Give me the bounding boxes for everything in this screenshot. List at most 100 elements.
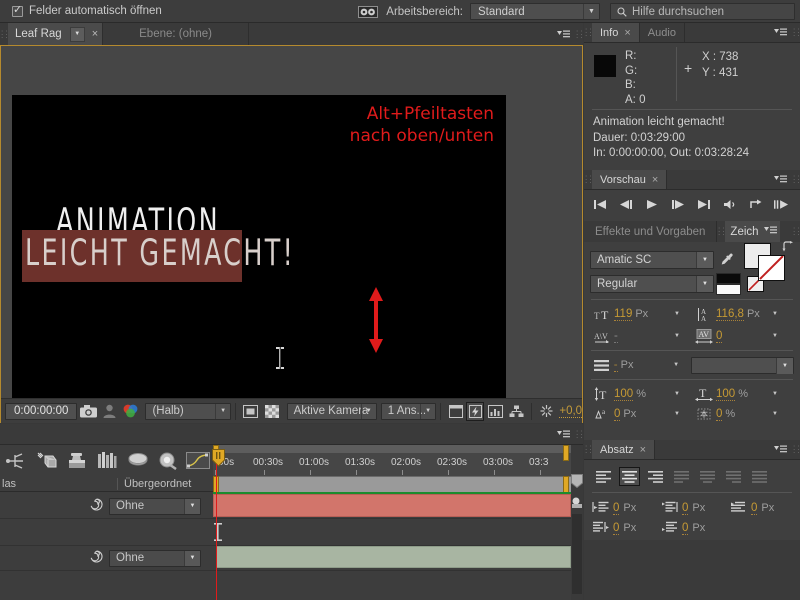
panel-grip-right[interactable] (792, 170, 800, 189)
timeline-vertical-scrollbar[interactable] (572, 514, 582, 594)
next-frame-icon[interactable] (670, 197, 685, 211)
work-area-shield-icon[interactable] (571, 474, 583, 488)
tab-info[interactable]: Info × (592, 23, 640, 42)
work-area-end-handle[interactable] (563, 476, 569, 493)
horizontal-scale-field[interactable]: 100 % (716, 388, 772, 401)
eraser-tool-icon[interactable] (123, 448, 152, 474)
work-area-bar-top[interactable] (213, 445, 571, 453)
chevron-down-icon[interactable]: ▼ (696, 252, 713, 268)
workspace-select[interactable]: Standard ▼ (470, 3, 600, 20)
person-icon[interactable] (99, 400, 120, 422)
panel-menu-icon[interactable] (551, 23, 575, 45)
first-frame-icon[interactable] (592, 197, 607, 211)
views-select[interactable]: 1 Ans... ▼ (381, 403, 436, 420)
baseline-shift-field[interactable]: 0 Px (614, 408, 674, 421)
font-style-select[interactable]: Regular ▼ (590, 275, 714, 293)
table-row[interactable]: Ohne ▼ (0, 546, 571, 571)
panel-grip-right[interactable] (575, 23, 583, 45)
panel-menu-icon[interactable] (768, 440, 792, 459)
chevron-down-icon[interactable]: ▼ (361, 404, 376, 419)
help-search-input[interactable]: Hilfe durchsuchen (610, 3, 795, 20)
kerning-field[interactable]: - (614, 330, 674, 343)
tsume-field[interactable]: 0 % (716, 408, 772, 421)
panel-grip-right[interactable] (792, 23, 800, 42)
mask-visibility-icon[interactable] (445, 400, 466, 422)
align-right-icon[interactable] (645, 467, 666, 486)
panel-grip[interactable] (0, 23, 8, 45)
comp-renderer-icon[interactable] (571, 495, 583, 509)
current-time-field[interactable]: 0:00:00:00 (5, 403, 77, 420)
mask-tool-icon[interactable] (153, 448, 182, 474)
stroke-width-field[interactable]: - Px (614, 359, 673, 372)
leading-field[interactable]: 116,8 Px (716, 308, 772, 321)
camera-icon[interactable] (77, 400, 98, 422)
last-frame-icon[interactable] (696, 197, 711, 211)
stroke-style-select[interactable]: ▼ (691, 357, 794, 374)
loop-icon[interactable] (748, 197, 763, 211)
indent-right-field[interactable]: 0 Px (661, 501, 730, 516)
chevron-down-icon[interactable]: ▼ (673, 362, 691, 368)
justify-all-icon[interactable] (749, 467, 770, 486)
tab-absatz[interactable]: Absatz × (592, 440, 655, 459)
tab-audio[interactable]: Audio (640, 23, 685, 42)
swap-colors-icon[interactable] (782, 241, 794, 255)
previous-frame-icon[interactable] (618, 197, 633, 211)
chevron-down-icon[interactable]: ▼ (215, 404, 230, 419)
panel-grip-right[interactable] (575, 429, 583, 440)
tab-composition-leaf-rag[interactable]: Leaf Rag ▼ × (8, 23, 102, 45)
chevron-down-icon[interactable]: ▼ (583, 4, 599, 19)
timeline-ruler[interactable]: 00s 00:30s 01:00s 01:30s 02:00s 02:30s 0… (213, 445, 571, 476)
chevron-down-icon[interactable]: ▼ (420, 404, 435, 419)
tab-vorschau[interactable]: Vorschau × (592, 170, 667, 189)
composition-stage[interactable]: Alt+Pfeiltasten nach oben/unten ANIMATIO… (12, 95, 506, 415)
space-before-field[interactable]: 0 Px (592, 521, 661, 536)
current-time-indicator-head[interactable] (212, 449, 225, 466)
layer-bar-1[interactable] (213, 494, 571, 517)
parent-select-1[interactable]: Ohne ▼ (109, 498, 201, 515)
selection-tool-icon[interactable] (2, 448, 31, 474)
justify-last-left-icon[interactable] (671, 467, 692, 486)
indent-first-line-field[interactable]: 0 Px (730, 501, 799, 516)
panel-grip[interactable] (584, 170, 592, 189)
panel-menu-icon[interactable] (764, 226, 777, 238)
timeline-icon[interactable] (484, 400, 505, 422)
chevron-down-icon[interactable]: ▼ (772, 391, 778, 397)
align-center-icon[interactable] (619, 467, 640, 486)
clone-stamp-tool-icon[interactable] (63, 448, 92, 474)
chevron-down-icon[interactable]: ▼ (674, 333, 692, 339)
camera-view-select[interactable]: Aktive Kamera ▼ (287, 403, 377, 420)
workspace-toggle-icon[interactable] (357, 5, 379, 19)
chevron-down-icon[interactable]: ▼ (674, 411, 692, 417)
justify-last-right-icon[interactable] (723, 467, 744, 486)
panel-menu-icon[interactable] (551, 430, 575, 439)
region-of-interest-icon[interactable] (240, 400, 261, 422)
panel-grip[interactable] (717, 221, 725, 242)
tracking-field[interactable]: 0 (716, 330, 772, 343)
chevron-down-icon[interactable]: ▼ (184, 551, 200, 566)
tab-effects-presets[interactable]: Effekte und Vorgaben (584, 221, 717, 242)
black-white-colors-icon[interactable] (716, 273, 744, 295)
auto-open-panels-checkbox[interactable]: Felder automatisch öffnen (12, 5, 162, 17)
align-left-icon[interactable] (593, 467, 614, 486)
close-icon[interactable]: × (92, 28, 98, 40)
tab-layer-none[interactable]: Ebene: (ohne) (102, 23, 249, 45)
ram-preview-icon[interactable] (774, 197, 789, 211)
close-icon[interactable]: × (624, 27, 630, 39)
work-area-band[interactable] (213, 476, 571, 492)
panel-menu-icon[interactable] (768, 170, 792, 189)
table-row[interactable]: Ohne ▼ (0, 494, 571, 519)
justify-last-center-icon[interactable] (697, 467, 718, 486)
chevron-down-icon[interactable]: ▼ (772, 333, 778, 339)
chevron-down-icon[interactable]: ▼ (776, 358, 793, 374)
chevron-down-icon[interactable]: ▼ (674, 391, 692, 397)
fast-preview-icon[interactable] (466, 402, 484, 421)
fill-stroke-colors[interactable] (740, 245, 792, 275)
panel-menu-icon[interactable] (768, 23, 792, 42)
panel-grip-right[interactable] (792, 440, 800, 459)
timeline-empty-row[interactable] (0, 519, 571, 546)
stroke-color-swatch[interactable] (758, 255, 785, 281)
puppet-pin-tool-icon[interactable] (32, 448, 61, 474)
chevron-down-icon[interactable]: ▼ (70, 27, 85, 42)
panel-grip-right[interactable] (792, 221, 800, 242)
font-family-select[interactable]: Amatic SC ▼ (590, 251, 714, 269)
